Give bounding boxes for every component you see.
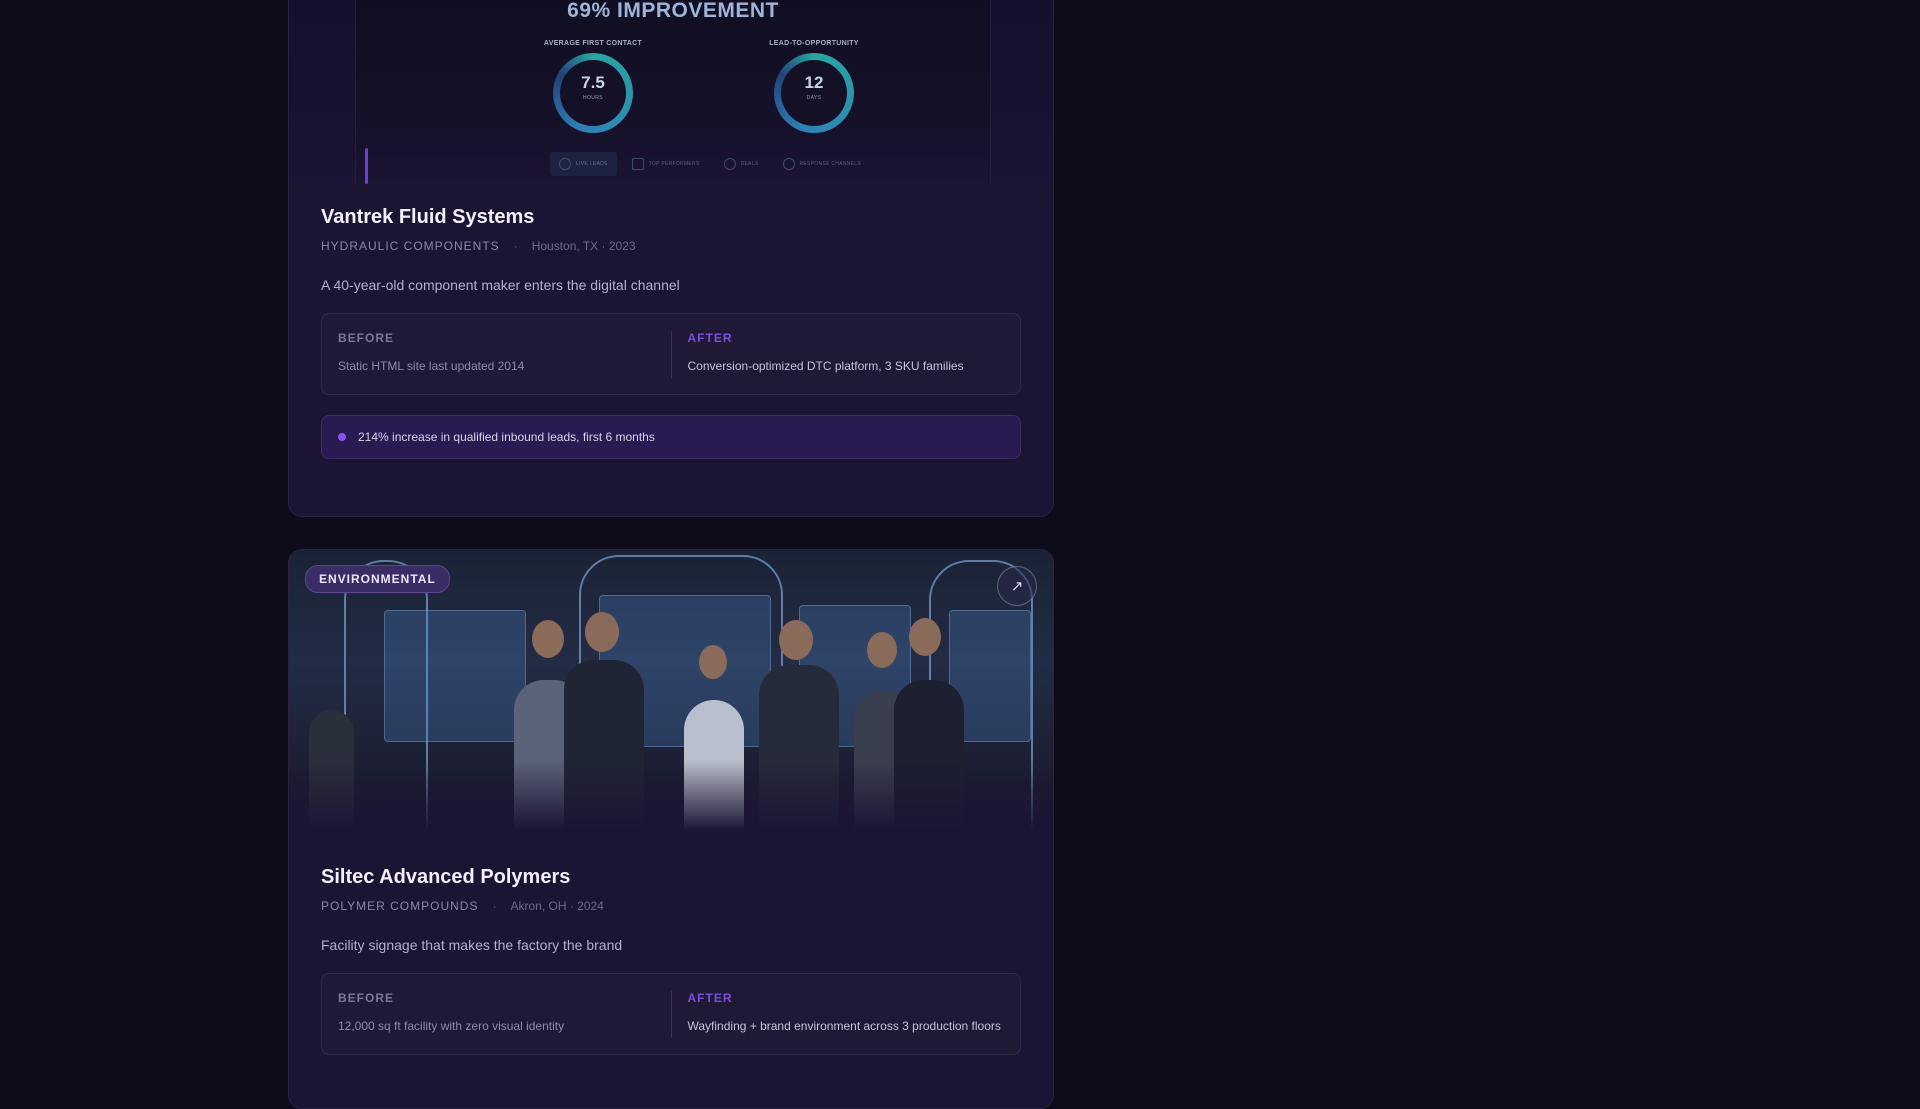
case-study-tagline: Facility signage that makes the factory … xyxy=(321,937,623,953)
case-study-title[interactable]: Vantrek Fluid Systems xyxy=(321,203,1021,231)
before-column: BEFORE Static HTML site last updated 201… xyxy=(338,331,671,378)
case-study-meta: HYDRAULIC COMPONENTS · Houston, TX · 202… xyxy=(321,236,1021,256)
bullet-dot-icon xyxy=(338,433,346,441)
chart-icon xyxy=(631,158,644,170)
case-study-tagline: A 40-year-old component maker enters the… xyxy=(321,277,680,293)
category-badge: ENVIRONMENTAL xyxy=(305,565,450,593)
case-study-title[interactable]: Siltec Advanced Polymers xyxy=(321,863,1021,891)
dashboard-tabs: LIVE LEADS TOP PERFORMERS DEALS RESPONSE… xyxy=(550,152,870,176)
dashboard-tab-deals: DEALS xyxy=(715,152,768,176)
metric-value: 7.5 xyxy=(581,73,605,92)
location-year: Houston, TX · 2023 xyxy=(531,239,636,253)
metric-label: AVERAGE FIRST CONTACT xyxy=(543,40,643,47)
before-after-panel: BEFORE 12,000 sq ft facility with zero v… xyxy=(321,973,1021,1055)
before-label: BEFORE xyxy=(338,991,395,1005)
after-label: AFTER xyxy=(687,331,733,345)
after-text: Conversion-optimized DTC platform, 3 SKU… xyxy=(687,359,964,373)
improvement-headline: 69% IMPROVEMENT xyxy=(567,0,779,22)
meta-separator: · xyxy=(492,899,497,913)
before-text: Static HTML site last updated 2014 xyxy=(338,359,525,373)
case-study-meta: POLYMER COMPOUNDS · Akron, OH · 2024 xyxy=(321,896,1021,916)
dashboard-tab-top-performers: TOP PERFORMERS xyxy=(623,152,709,176)
case-study-card-vantrek[interactable]: 69% IMPROVEMENT AVERAGE FIRST CONTACT 7.… xyxy=(288,0,1054,517)
metric-ring: 12 DAYS xyxy=(774,53,854,133)
industry-label: POLYMER COMPOUNDS xyxy=(321,899,479,913)
open-case-study-button[interactable]: ↗ xyxy=(997,566,1037,606)
before-text: 12,000 sq ft facility with zero visual i… xyxy=(338,1019,565,1033)
metric-value: 12 xyxy=(804,73,824,92)
users-icon xyxy=(782,158,795,170)
before-label: BEFORE xyxy=(338,331,395,345)
before-column: BEFORE 12,000 sq ft facility with zero v… xyxy=(338,991,671,1038)
location-year: Akron, OH · 2024 xyxy=(510,899,604,913)
target-icon xyxy=(559,158,571,170)
industry-label: HYDRAULIC COMPONENTS xyxy=(321,239,500,253)
card-body: Siltec Advanced Polymers POLYMER COMPOUN… xyxy=(321,863,1021,1055)
metric-unit: HOURS xyxy=(582,95,604,101)
card-body: Vantrek Fluid Systems HYDRAULIC COMPONEN… xyxy=(321,203,1021,459)
after-text: Wayfinding + brand environment across 3 … xyxy=(687,1019,1001,1033)
result-highlight: 214% increase in qualified inbound leads… xyxy=(321,415,1021,459)
result-text: 214% increase in qualified inbound leads… xyxy=(358,430,655,444)
after-column: AFTER Wayfinding + brand environment acr… xyxy=(670,991,1005,1038)
after-column: AFTER Conversion-optimized DTC platform,… xyxy=(670,331,1005,378)
metric-unit: DAYS xyxy=(806,95,822,101)
metric-first-contact: AVERAGE FIRST CONTACT 7.5 HOURS xyxy=(533,40,653,133)
refresh-icon xyxy=(723,158,736,170)
before-after-panel: BEFORE Static HTML site last updated 201… xyxy=(321,313,1021,395)
meta-separator: · xyxy=(513,239,518,253)
after-label: AFTER xyxy=(687,991,733,1005)
dashboard-mockup: 69% IMPROVEMENT AVERAGE FIRST CONTACT 7.… xyxy=(355,0,991,184)
metric-label: LEAD-TO-OPPORTUNITY xyxy=(769,40,859,47)
team-photo-image: ENVIRONMENTAL ↗ xyxy=(289,550,1053,830)
dashboard-preview-image: 69% IMPROVEMENT AVERAGE FIRST CONTACT 7.… xyxy=(289,0,1053,184)
metric-ring: 7.5 HOURS xyxy=(553,53,633,133)
dashboard-tab-response-channels: RESPONSE CHANNELS xyxy=(774,152,871,176)
dashboard-tab-live-leads: LIVE LEADS xyxy=(550,152,617,176)
metric-lead-to-opportunity: LEAD-TO-OPPORTUNITY 12 DAYS xyxy=(754,40,874,133)
arrow-up-right-icon: ↗ xyxy=(1010,578,1024,595)
case-study-card-siltec[interactable]: ENVIRONMENTAL ↗ Siltec Advanced Polymers… xyxy=(288,549,1054,1109)
